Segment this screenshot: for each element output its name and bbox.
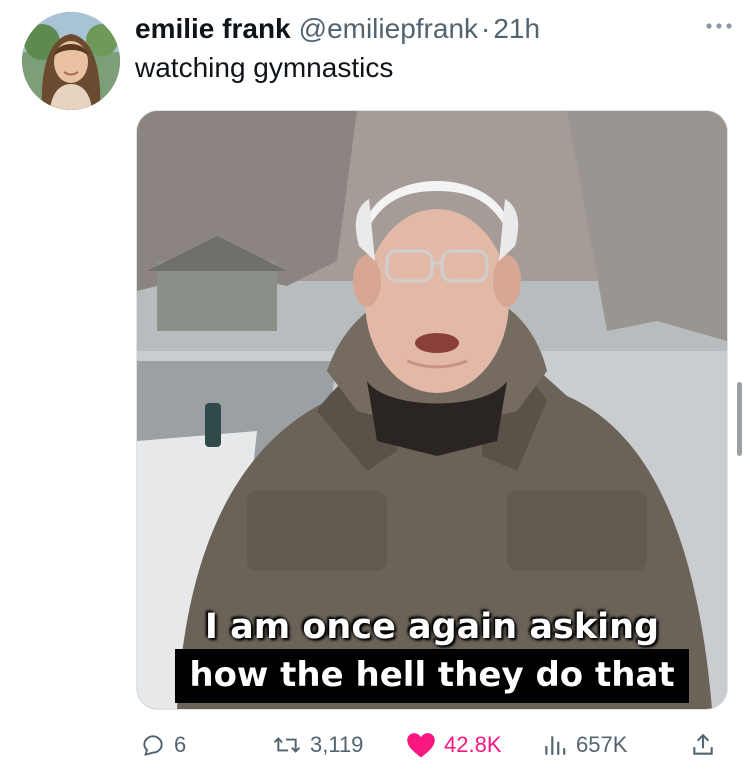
reply-button[interactable]: 6	[140, 725, 186, 765]
speech-bubble-icon	[143, 735, 163, 756]
page-scrollbar[interactable]	[737, 382, 742, 456]
meme-caption-line2-wrapper: how the hell they do that	[137, 649, 727, 703]
author-avatar[interactable]	[22, 12, 120, 110]
views-count: 657K	[576, 732, 628, 757]
avatar-image	[22, 12, 120, 110]
author-name[interactable]: emilie frank	[135, 13, 291, 45]
tweet-text: watching gymnastics	[135, 52, 394, 83]
author-handle[interactable]: @emiliepfrank	[299, 13, 478, 45]
meme-caption-line2: how the hell they do that	[175, 649, 689, 703]
meme-caption-line1: I am once again asking	[204, 607, 660, 647]
tweet-timestamp[interactable]: 21h	[493, 13, 540, 45]
like-count: 42.8K	[444, 732, 502, 757]
retweet-button[interactable]: 3,119	[272, 725, 363, 765]
retweet-count: 3,119	[310, 732, 364, 757]
views-button[interactable]: 657K	[542, 725, 627, 765]
like-button[interactable]: 42.8K	[406, 725, 502, 765]
more-dots-icon	[706, 23, 732, 29]
retweet-arrows-icon	[273, 737, 301, 753]
more-options-button[interactable]	[702, 14, 736, 38]
reply-count: 6	[174, 732, 187, 757]
tweet-media[interactable]: I am once again asking how the hell they…	[136, 110, 728, 710]
share-upload-icon	[693, 733, 713, 755]
share-button[interactable]	[690, 725, 716, 765]
heart-icon	[407, 733, 435, 758]
header-separator: ·	[481, 13, 491, 44]
tweet-header: emilie frank @emiliepfrank · 21h	[135, 12, 730, 46]
bar-chart-icon	[545, 736, 566, 755]
tweet-action-bar: 6 3,119 42.8K 657K	[136, 725, 730, 765]
